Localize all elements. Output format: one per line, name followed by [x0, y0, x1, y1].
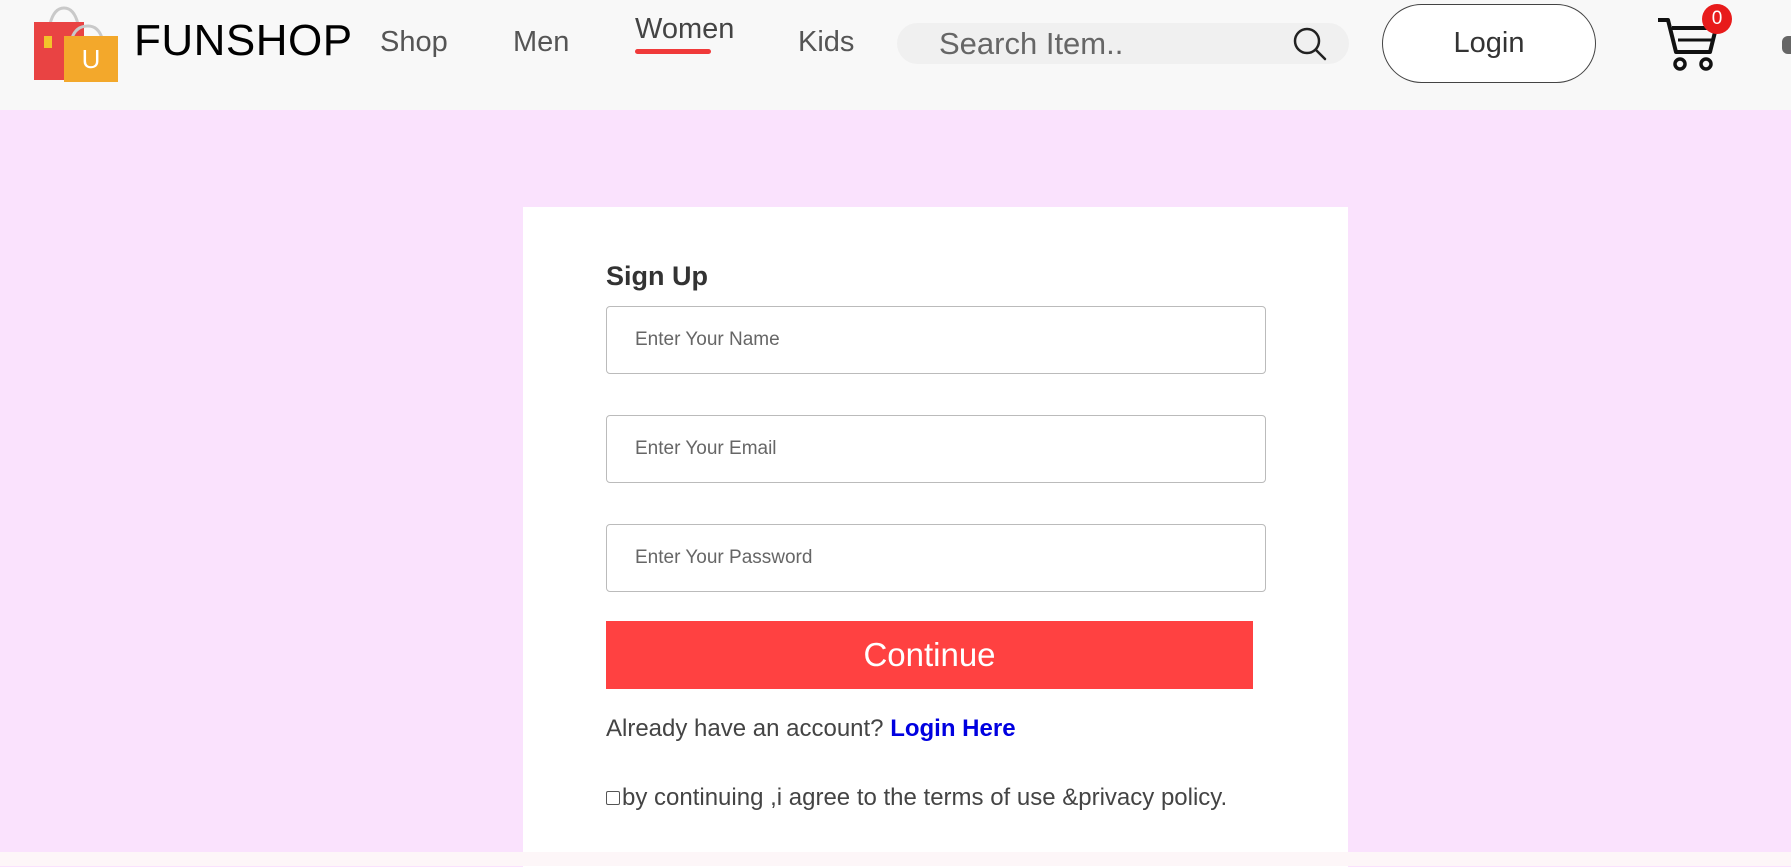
search-icon[interactable]	[1291, 25, 1329, 63]
nav-women[interactable]: Women	[635, 13, 734, 46]
shopping-bag-logo-icon[interactable]: U	[32, 6, 118, 82]
signup-title: Sign Up	[606, 261, 708, 291]
search-input[interactable]	[937, 25, 1281, 63]
nav-men[interactable]: Men	[513, 26, 569, 59]
signup-card: Sign Up Continue Already have an account…	[523, 207, 1348, 867]
password-field[interactable]	[606, 524, 1266, 592]
already-account-label: Already have an account?	[606, 715, 891, 742]
login-button[interactable]: Login	[1382, 4, 1596, 83]
search-bar	[897, 23, 1349, 64]
bottom-strip	[0, 852, 1791, 866]
brand-name[interactable]: FUNSHOP	[134, 16, 353, 66]
terms-checkbox[interactable]	[606, 791, 620, 805]
nav-kids[interactable]: Kids	[798, 26, 854, 59]
name-field[interactable]	[606, 306, 1266, 374]
edge-icon	[1782, 36, 1791, 54]
already-account-text: Already have an account? Login Here	[606, 715, 1016, 743]
continue-button[interactable]: Continue	[606, 621, 1253, 689]
site-header: U FUNSHOP Shop Men Women Kids Login 0	[0, 0, 1791, 110]
active-nav-indicator	[635, 49, 711, 54]
terms-label: by continuing ,i agree to the terms of u…	[622, 784, 1228, 811]
logo-letter: U	[82, 44, 101, 74]
cart-count-badge: 0	[1702, 4, 1732, 34]
login-here-link[interactable]: Login Here	[890, 715, 1015, 742]
email-field[interactable]	[606, 415, 1266, 483]
nav-shop[interactable]: Shop	[380, 26, 448, 59]
terms-row: by continuing ,i agree to the terms of u…	[606, 784, 1227, 812]
